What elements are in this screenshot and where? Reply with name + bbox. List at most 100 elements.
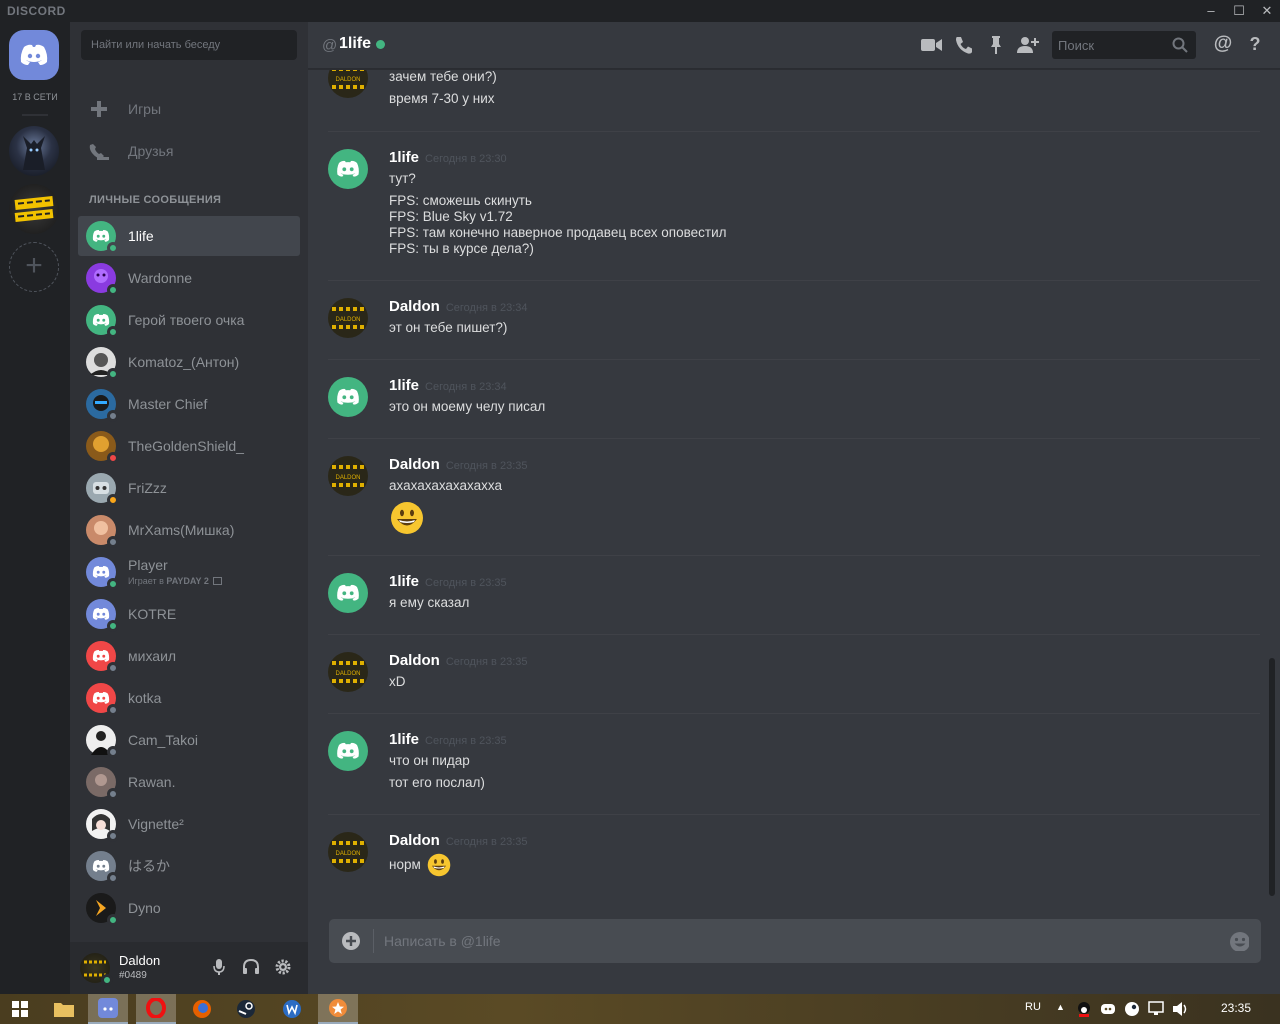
- headphones-button[interactable]: [241, 957, 261, 977]
- clock[interactable]: 23:35: [1221, 1001, 1251, 1015]
- search-input[interactable]: Найти или начать беседу: [81, 30, 297, 60]
- help-button[interactable]: ?: [1244, 33, 1266, 55]
- message-avatar[interactable]: DALDON: [328, 456, 368, 496]
- search-input[interactable]: Поиск: [1052, 31, 1196, 59]
- dm-item[interactable]: MrXams(Мишка): [78, 510, 300, 550]
- friends-icon: [88, 140, 110, 162]
- message-divider: [328, 359, 1260, 360]
- video-call-button[interactable]: [921, 34, 943, 56]
- dm-item[interactable]: kotka: [78, 678, 300, 718]
- add-friend-to-dm-button[interactable]: [1017, 34, 1039, 56]
- message-author[interactable]: Daldon: [389, 298, 440, 315]
- dm-item[interactable]: Dyno: [78, 888, 300, 928]
- message-timestamp: Сегодня в 23:35: [445, 836, 528, 848]
- message-avatar[interactable]: [328, 377, 368, 417]
- network-icon[interactable]: [1148, 1001, 1166, 1017]
- home-button[interactable]: [9, 30, 59, 80]
- user-panel: Daldon #0489: [70, 942, 308, 994]
- message-avatar[interactable]: DALDON: [328, 832, 368, 872]
- message-author[interactable]: 1life: [389, 377, 419, 394]
- dm-item[interactable]: Player Играет в PAYDAY 2: [78, 552, 300, 592]
- status-idle-icon: [107, 494, 119, 506]
- message-text: FPS: Blue Sky v1.72: [389, 209, 513, 224]
- taskbar-word[interactable]: [272, 994, 312, 1024]
- close-icon[interactable]: ✕: [1258, 2, 1276, 20]
- dm-item[interactable]: Wardonne: [78, 258, 300, 298]
- dm-item[interactable]: TheGoldenShield_: [78, 426, 300, 466]
- message-author[interactable]: 1life: [389, 149, 419, 166]
- gear-icon: [275, 959, 291, 975]
- dm-name: KOTRE: [128, 606, 177, 622]
- search-icon: [1172, 37, 1188, 53]
- message-avatar[interactable]: [328, 731, 368, 771]
- microphone-button[interactable]: [209, 957, 229, 977]
- taskbar-explorer[interactable]: [44, 994, 84, 1024]
- settings-button[interactable]: [273, 957, 293, 977]
- dm-item[interactable]: Cam_Takoi: [78, 720, 300, 760]
- avatar: [86, 473, 119, 506]
- dm-item[interactable]: Rawan.: [78, 762, 300, 802]
- upload-plus-icon[interactable]: [341, 931, 361, 951]
- maximize-icon[interactable]: ☐: [1230, 2, 1248, 20]
- opera-icon: [146, 998, 166, 1018]
- message-author[interactable]: 1life: [389, 731, 419, 748]
- smiley-emoji-icon: [390, 501, 424, 535]
- nav-games[interactable]: Игры: [78, 92, 300, 126]
- dm-item[interactable]: FriZzz: [78, 468, 300, 508]
- dm-item[interactable]: Master Chief: [78, 384, 300, 424]
- dm-item[interactable]: 1life: [78, 216, 300, 256]
- volume-icon[interactable]: [1172, 1001, 1190, 1017]
- message-divider: [328, 814, 1260, 815]
- language-indicator[interactable]: RU: [1025, 1001, 1041, 1013]
- message-divider: [328, 634, 1260, 635]
- gamepad-icon: [88, 98, 110, 120]
- message-avatar[interactable]: DALDON: [328, 70, 368, 98]
- message-author[interactable]: Daldon: [389, 456, 440, 473]
- message-author[interactable]: Daldon: [389, 832, 440, 849]
- scrollbar[interactable]: [1269, 658, 1275, 896]
- dm-name: はるか: [128, 858, 170, 874]
- emoji-picker-icon[interactable]: [1229, 931, 1249, 951]
- message-author[interactable]: 1life: [389, 573, 419, 590]
- message-avatar[interactable]: DALDON: [328, 298, 368, 338]
- status-online-icon: [107, 368, 119, 380]
- dm-item[interactable]: Герой твоего очка: [78, 300, 300, 340]
- dm-item[interactable]: Komatoz_(Антон): [78, 342, 300, 382]
- message-avatar[interactable]: [328, 573, 368, 613]
- dm-item[interactable]: Vignette²: [78, 804, 300, 844]
- voice-call-button[interactable]: [953, 34, 975, 56]
- message-avatar[interactable]: DALDON: [328, 652, 368, 692]
- steam-tray-icon[interactable]: [1124, 1001, 1140, 1017]
- taskbar-firefox[interactable]: [182, 994, 222, 1024]
- dm-name: 1life: [128, 228, 154, 244]
- start-button[interactable]: [0, 994, 40, 1024]
- server-icon-wolf[interactable]: [9, 126, 59, 176]
- dm-item[interactable]: KOTRE: [78, 594, 300, 634]
- dm-item[interactable]: はるか: [78, 846, 300, 886]
- dm-item[interactable]: михаил: [78, 636, 300, 676]
- qip-icon[interactable]: [1076, 1001, 1092, 1017]
- message-input[interactable]: Написать в @1life: [384, 933, 501, 949]
- message-author[interactable]: Daldon: [389, 652, 440, 669]
- dm-name: MrXams(Мишка): [128, 522, 235, 538]
- mentions-button[interactable]: @: [1212, 33, 1234, 55]
- message-text: зачем тебе они?): [389, 70, 497, 84]
- message-avatar[interactable]: [328, 149, 368, 189]
- taskbar-opera[interactable]: [136, 994, 176, 1024]
- add-server-button[interactable]: +: [9, 242, 59, 292]
- taskbar-steam[interactable]: [226, 994, 266, 1024]
- server-icon-cheats[interactable]: [9, 184, 59, 234]
- taskbar-discord[interactable]: [88, 994, 128, 1024]
- message-text: норм: [389, 857, 421, 872]
- message-text: это он моему челу писал: [389, 399, 546, 414]
- dm-name: FriZzz: [128, 480, 167, 496]
- pinned-messages-button[interactable]: [985, 34, 1007, 56]
- message-header: 1life Сегодня в 23:35: [389, 731, 507, 749]
- taskbar-app[interactable]: [318, 994, 358, 1024]
- chevron-up-icon[interactable]: ▲: [1056, 1002, 1065, 1012]
- minimize-icon[interactable]: –: [1202, 2, 1220, 20]
- nav-friends[interactable]: Друзья: [78, 134, 300, 168]
- user-avatar[interactable]: [80, 953, 113, 986]
- discord-tray-icon[interactable]: [1100, 1001, 1116, 1017]
- message-header: 1life Сегодня в 23:35: [389, 573, 507, 591]
